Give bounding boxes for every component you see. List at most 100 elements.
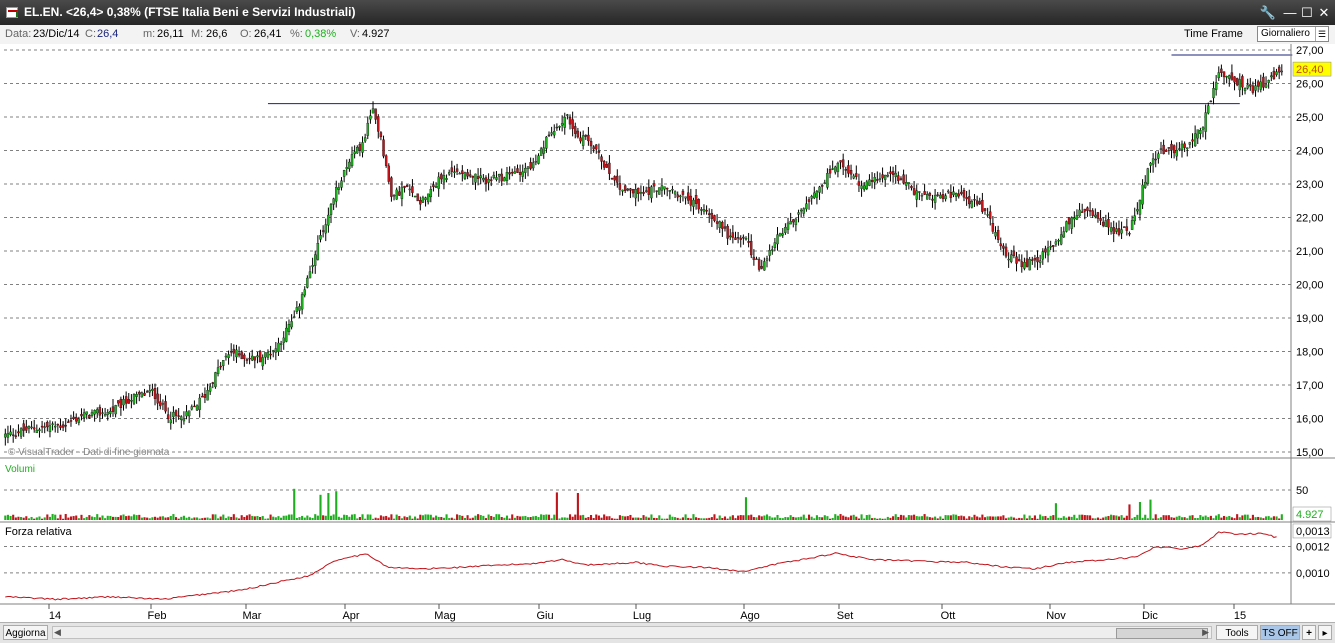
- volume-bars: [4, 488, 1283, 520]
- volume-bar: [98, 517, 101, 520]
- volume-bar: [1207, 517, 1210, 520]
- candle-body: [679, 195, 682, 198]
- minimize-button[interactable]: —: [1281, 4, 1299, 21]
- aggiorna-button[interactable]: Aggiorna: [3, 625, 48, 640]
- maximize-button[interactable]: ☐: [1298, 4, 1316, 21]
- candle-body: [208, 386, 212, 392]
- volume-bar: [886, 516, 889, 520]
- tools-wrench-icon[interactable]: 🔧: [1259, 4, 1277, 21]
- volume-bar: [516, 515, 519, 520]
- candle-body: [618, 183, 622, 190]
- volume-bar: [146, 517, 149, 520]
- volume-bar: [421, 515, 424, 520]
- candle-body: [1277, 66, 1281, 73]
- candle-body: [1010, 254, 1013, 262]
- candle-body: [797, 212, 800, 215]
- candle-body: [697, 199, 700, 210]
- volume-bar: [674, 517, 677, 520]
- volume-bar: [277, 516, 280, 520]
- volume-bar: [960, 515, 963, 520]
- candle-body: [1238, 79, 1241, 91]
- volume-bar: [132, 514, 136, 520]
- candle-body: [555, 126, 559, 129]
- volume-bar: [56, 518, 59, 520]
- chart-svg[interactable]: 15,00 16,00 17,00 18,00 19,00 20,00 21,00 22,00…: [0, 44, 1335, 622]
- candle-body: [891, 171, 895, 175]
- volume-bar: [461, 515, 464, 520]
- ts-off-button[interactable]: TS OFF: [1260, 625, 1300, 640]
- volume-bar: [266, 518, 270, 520]
- candle-body: [857, 181, 861, 186]
- candle-body: [989, 211, 992, 219]
- volume-bar: [1259, 517, 1262, 520]
- volume-bar: [918, 516, 921, 520]
- volume-bar: [881, 518, 884, 520]
- candle-body: [256, 355, 259, 358]
- candle-body: [1167, 147, 1171, 149]
- candle-body: [1196, 129, 1199, 139]
- volume-bar: [957, 516, 960, 520]
- volume-bar: [1272, 516, 1275, 520]
- candle-body: [337, 187, 341, 190]
- more-arrow-icon[interactable]: ▸: [1318, 625, 1332, 640]
- volume-bar: [1104, 516, 1107, 520]
- volume-bar: [282, 515, 285, 520]
- volume-bar: [119, 515, 122, 520]
- scrollbar-thumb[interactable]: [1116, 628, 1208, 639]
- candle-body: [471, 175, 475, 178]
- scroll-left-icon[interactable]: ◀: [54, 627, 61, 638]
- volume-bar: [568, 514, 572, 520]
- close-button[interactable]: ✕: [1315, 4, 1333, 21]
- scroll-right-icon[interactable]: ▶: [1202, 627, 1209, 638]
- volume-bar: [850, 515, 853, 520]
- volume-label: V:: [350, 28, 360, 40]
- dropdown-arrow-icon[interactable]: ☰: [1315, 27, 1328, 41]
- candle-body: [595, 144, 598, 150]
- volume-bar: [983, 517, 987, 520]
- volume-bar: [1183, 517, 1186, 520]
- volume-bar: [59, 514, 62, 520]
- timeframe-value: Giornaliero: [1261, 28, 1310, 39]
- tools-button[interactable]: Tools: [1216, 625, 1258, 640]
- volume-bar: [203, 517, 206, 520]
- volume-bar: [1212, 518, 1215, 520]
- candle-body: [1057, 240, 1060, 242]
- volume-bar: [955, 514, 958, 520]
- volume-bar: [492, 516, 495, 520]
- volume-bar: [1228, 515, 1231, 520]
- candle-body: [773, 242, 777, 248]
- add-button[interactable]: +: [1302, 625, 1316, 640]
- volume-bar: [876, 518, 879, 520]
- volume-bar: [878, 518, 881, 520]
- volume-bar: [398, 515, 401, 520]
- volume-bar: [991, 516, 994, 520]
- timeframe-select[interactable]: Giornaliero ☰: [1257, 26, 1329, 42]
- volume-bar: [227, 516, 230, 520]
- candle-body: [621, 189, 624, 192]
- chart-area[interactable]: 15,00 16,00 17,00 18,00 19,00 20,00 21,00 22,00…: [0, 44, 1335, 622]
- volume-bar: [545, 514, 548, 520]
- volume-bar: [589, 514, 593, 520]
- candle-body: [497, 174, 501, 177]
- candle-body: [159, 401, 162, 407]
- candle-body: [671, 189, 674, 191]
- rs-series-line: [5, 531, 1277, 601]
- time-scrollbar[interactable]: ◀ ▶: [52, 626, 1212, 639]
- candle-body: [587, 134, 590, 142]
- candle-body: [285, 327, 288, 342]
- volume-bar: [390, 514, 393, 520]
- candle-body: [962, 190, 966, 198]
- candle-body: [1070, 217, 1073, 229]
- candle-body: [1199, 130, 1202, 134]
- volume-bar: [180, 516, 183, 520]
- time-tick-label: Giu: [536, 610, 553, 622]
- volume-bar: [676, 517, 679, 520]
- candle-body: [1149, 162, 1152, 166]
- volume-bar: [477, 514, 480, 520]
- volume-bar: [1167, 515, 1170, 520]
- candle-body: [931, 198, 934, 201]
- candle-body: [206, 390, 209, 401]
- volume-bar: [109, 515, 112, 520]
- price-gridlines: [4, 49, 1291, 574]
- candle-body: [1075, 215, 1079, 220]
